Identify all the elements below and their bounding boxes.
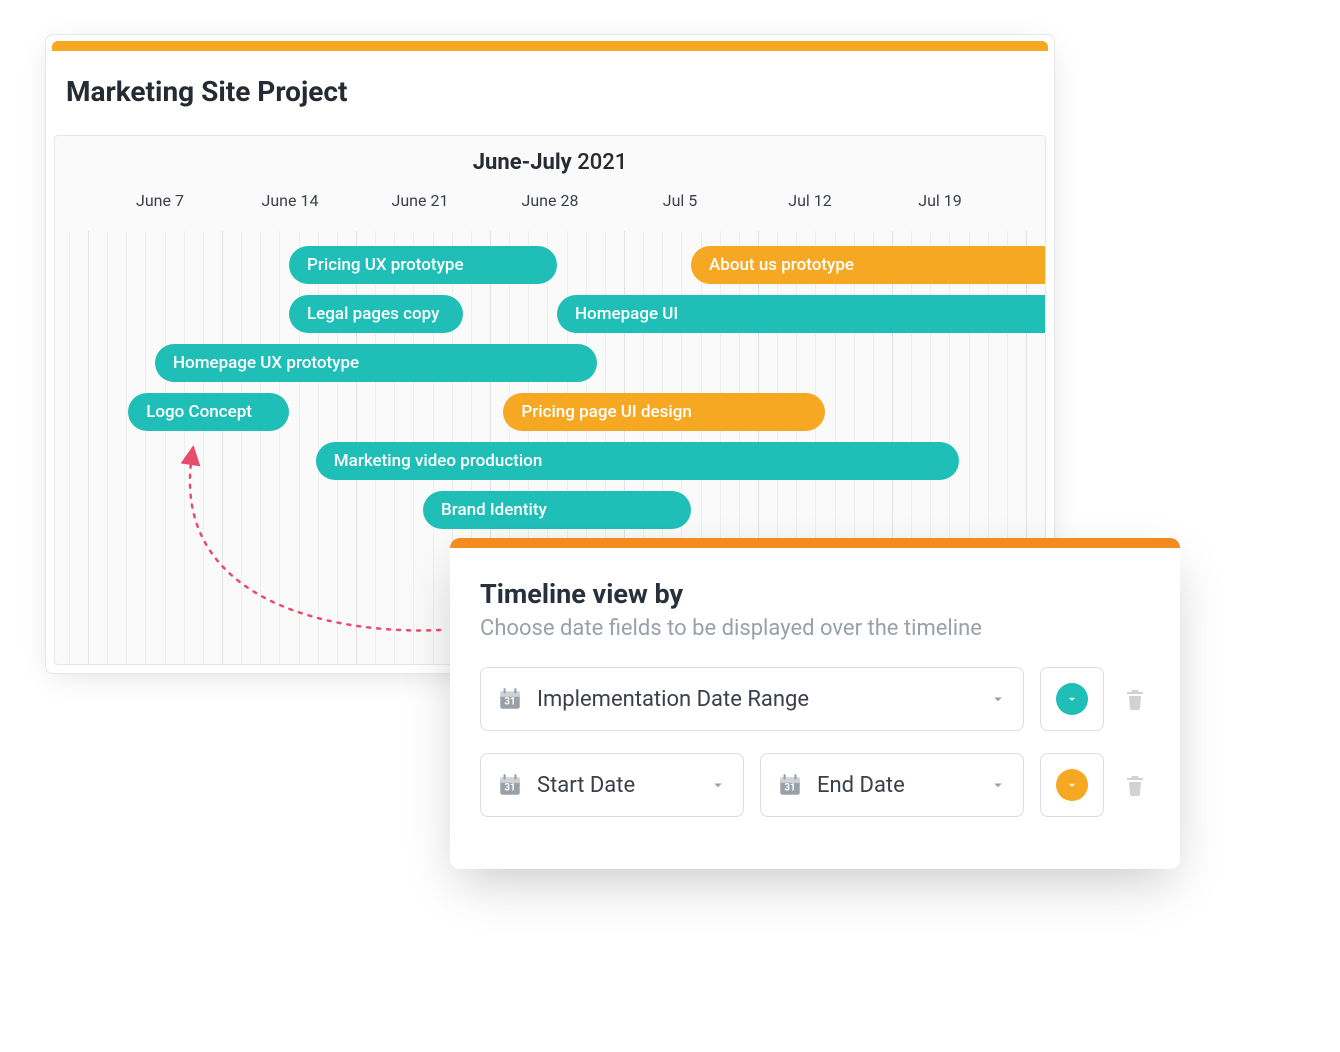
project-title: Marketing Site Project xyxy=(46,51,1054,124)
gantt-task-bar[interactable]: Brand Identity xyxy=(423,491,691,529)
gantt-column-header: June 7 xyxy=(95,191,225,210)
gantt-column-header: June 14 xyxy=(225,191,355,210)
gantt-task-label: Legal pages copy xyxy=(307,304,439,324)
date-field-select[interactable]: 31 Implementation Date Range xyxy=(480,667,1024,731)
gantt-task-bar[interactable]: Homepage UX prototype xyxy=(155,344,597,382)
chevron-down-icon xyxy=(989,776,1007,794)
gantt-task-label: Logo Concept xyxy=(146,402,252,422)
calendar-icon: 31 xyxy=(497,772,523,798)
gantt-task-label: Marketing video production xyxy=(334,451,543,471)
settings-accent-bar xyxy=(450,538,1180,548)
gantt-task-label: About us prototype xyxy=(709,255,854,275)
color-dot xyxy=(1056,769,1088,801)
gantt-task-bar[interactable]: Marketing video production xyxy=(316,442,959,480)
gantt-task-label: Homepage UX prototype xyxy=(173,353,359,373)
gantt-task-bar[interactable]: About us prototype xyxy=(691,246,1046,284)
gantt-task-bar[interactable]: Logo Concept xyxy=(128,393,289,431)
end-date-label: End Date xyxy=(817,773,905,798)
gantt-task-bar[interactable]: Homepage UI xyxy=(557,295,1046,333)
delete-row-button[interactable] xyxy=(1120,770,1150,800)
gantt-column-header: Jul 5 xyxy=(615,191,745,210)
gantt-task-label: Pricing page UI design xyxy=(521,402,691,422)
card-accent-bar xyxy=(52,41,1048,51)
gantt-column-header: June 21 xyxy=(355,191,485,210)
date-field-label: Implementation Date Range xyxy=(537,687,809,712)
end-date-select[interactable]: 31 End Date xyxy=(760,753,1024,817)
gantt-range-months: June-July xyxy=(473,150,572,175)
calendar-icon: 31 xyxy=(497,686,523,712)
svg-text:31: 31 xyxy=(504,696,515,707)
settings-subtitle: Choose date fields to be displayed over … xyxy=(450,612,1180,667)
gantt-column-header: Jul 12 xyxy=(745,191,875,210)
gantt-column-headers: June 7June 14June 21June 28Jul 5Jul 12Ju… xyxy=(55,179,1045,226)
start-date-label: Start Date xyxy=(537,773,635,798)
gantt-task-label: Brand Identity xyxy=(441,500,547,520)
gantt-task-bar[interactable]: Legal pages copy xyxy=(289,295,463,333)
chevron-down-icon xyxy=(709,776,727,794)
gantt-range-year: 2021 xyxy=(577,150,627,175)
svg-text:31: 31 xyxy=(504,782,515,793)
row-color-button[interactable] xyxy=(1040,667,1104,731)
settings-row: 31 Start Date 31 End Date xyxy=(450,753,1180,839)
gantt-column-header: Jul 19 xyxy=(875,191,1005,210)
start-date-select[interactable]: 31 Start Date xyxy=(480,753,744,817)
settings-title: Timeline view by xyxy=(450,548,1180,612)
gantt-column-header: June 28 xyxy=(485,191,615,210)
chevron-down-icon xyxy=(989,690,1007,708)
color-dot xyxy=(1056,683,1088,715)
svg-text:31: 31 xyxy=(784,782,795,793)
gantt-task-bar[interactable]: Pricing UX prototype xyxy=(289,246,557,284)
calendar-icon: 31 xyxy=(777,772,803,798)
settings-row: 31 Implementation Date Range xyxy=(450,667,1180,753)
gantt-task-label: Homepage UI xyxy=(575,304,678,324)
delete-row-button[interactable] xyxy=(1120,684,1150,714)
gantt-task-bar[interactable]: Pricing page UI design xyxy=(503,393,825,431)
timeline-settings-card: Timeline view by Choose date fields to b… xyxy=(450,538,1180,869)
gantt-task-label: Pricing UX prototype xyxy=(307,255,464,275)
row-color-button[interactable] xyxy=(1040,753,1104,817)
gantt-date-range-label: June-July 2021 xyxy=(55,136,1045,179)
